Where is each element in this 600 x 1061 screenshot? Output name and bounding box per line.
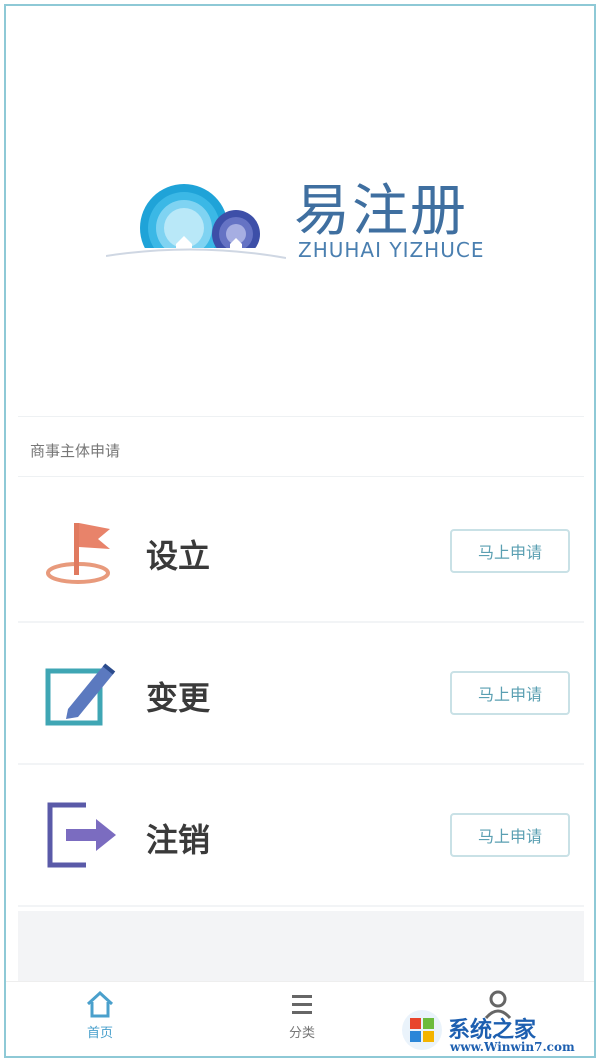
divider [18, 416, 584, 417]
item-title: 变更 [146, 679, 211, 717]
watermark-url: www.Winwin7.com [450, 1040, 575, 1054]
edit-icon [45, 663, 116, 726]
apply-button[interactable]: 马上申请 [450, 671, 570, 715]
list-item-cancel[interactable]: 注销 马上申请 [18, 765, 584, 907]
windows-logo-icon [402, 1010, 442, 1050]
home-icon [86, 990, 114, 1018]
menu-icon [292, 995, 312, 1014]
tab-label: 分类 [288, 1026, 315, 1041]
app-screen: 易注册 ZHUHAI YIZHUCE 商事主体申请 设立 马上申请 变更 马上申… [4, 4, 596, 1058]
section-label: 商事主体申请 [30, 442, 121, 460]
spacer-band [18, 911, 584, 981]
apply-button[interactable]: 马上申请 [450, 529, 570, 573]
brand-subtitle: ZHUHAI YIZHUCE [298, 238, 485, 262]
flag-icon [46, 523, 110, 584]
apply-button[interactable]: 马上申请 [450, 813, 570, 857]
tab-category[interactable]: 分类 [242, 988, 362, 1052]
brand-title: 易注册 [294, 179, 468, 244]
divider [18, 476, 584, 477]
list-item-change[interactable]: 变更 马上申请 [18, 623, 584, 765]
item-title: 设立 [146, 537, 211, 575]
list-item-establish[interactable]: 设立 马上申请 [18, 481, 584, 623]
item-title: 注销 [146, 821, 211, 859]
tab-home[interactable]: 首页 [40, 988, 160, 1052]
exit-icon [47, 802, 116, 868]
hero-banner: 易注册 ZHUHAI YIZHUCE [6, 6, 594, 416]
logo-icon [106, 184, 286, 266]
tab-label: 首页 [86, 1026, 113, 1041]
watermark: 系统之家 www.Winwin7.com [400, 1006, 590, 1056]
